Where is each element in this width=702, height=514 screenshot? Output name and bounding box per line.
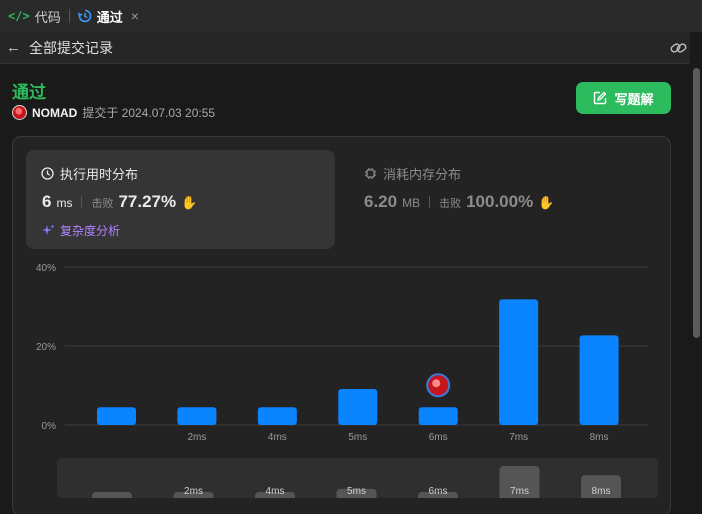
metric-divider xyxy=(81,196,83,208)
x-tick-label: 7ms xyxy=(509,432,528,443)
memory-beats-value: 100.00% xyxy=(466,192,534,211)
x-tick-label: 5ms xyxy=(348,432,367,443)
clap-icon: ✋ xyxy=(538,195,555,210)
tab-code-label: 代码 xyxy=(34,9,61,25)
chart-bar xyxy=(418,407,458,425)
history-icon xyxy=(77,9,91,23)
submissions-header: ← 全部提交记录 xyxy=(0,32,690,64)
chart-range-selector[interactable]: 2ms 4ms 5ms 6ms 7ms 8ms xyxy=(57,458,658,498)
all-submissions-title: 全部提交记录 xyxy=(29,39,113,56)
chart-bar xyxy=(579,335,619,425)
memory-title[interactable]: 消耗内存分布 xyxy=(364,164,461,183)
x-tick-label: 4ms xyxy=(268,432,287,443)
memory-title-label: 消耗内存分布 xyxy=(383,167,462,182)
submission-info: NOMAD 提交于 2024.07.03 20:55 xyxy=(12,104,215,121)
runtime-value: 6 xyxy=(42,192,52,211)
memory-beats-label: 击败 xyxy=(439,198,462,210)
tab-accepted[interactable]: 通过 × xyxy=(70,0,147,32)
runtime-metric: 6 ms 击败 77.27% ✋ xyxy=(42,192,197,212)
tab-bar: </> 代码 通过 × xyxy=(0,0,702,32)
mini-tick-label: 4ms xyxy=(266,486,285,497)
complexity-analysis-link[interactable]: 复杂度分析 xyxy=(42,222,120,239)
clap-icon: ✋ xyxy=(181,195,198,210)
link-icon[interactable] xyxy=(670,41,688,55)
runtime-title: 执行用时分布 xyxy=(41,164,138,183)
chart-bar xyxy=(97,407,136,425)
code-icon: </> xyxy=(8,9,30,23)
close-icon[interactable]: × xyxy=(131,8,139,24)
chart-bar xyxy=(177,407,217,425)
submission-status: 通过 xyxy=(12,83,46,102)
mini-tick-label: 2ms xyxy=(184,486,203,497)
mini-tick-label: 5ms xyxy=(347,486,366,497)
x-tick-label: 2ms xyxy=(187,432,206,443)
tab-code[interactable]: </> 代码 xyxy=(0,0,69,32)
scrollbar-thumb[interactable] xyxy=(693,68,700,338)
sparkle-icon xyxy=(42,224,55,235)
mini-tick-label: 6ms xyxy=(429,486,448,497)
clock-icon xyxy=(41,167,54,180)
memory-metric: 6.20 MB 击败 100.00% ✋ xyxy=(364,192,554,212)
memory-value: 6.20 xyxy=(364,192,398,211)
write-solution-label: 写题解 xyxy=(614,91,654,107)
x-tick-label: 8ms xyxy=(590,432,609,443)
y-tick-label: 0% xyxy=(42,421,57,432)
runtime-beats-label: 击败 xyxy=(91,198,114,210)
runtime-title-label: 执行用时分布 xyxy=(60,167,139,182)
write-solution-button[interactable]: 写题解 xyxy=(576,82,671,114)
mini-tick-label: 8ms xyxy=(592,486,611,497)
mini-tick-label: 7ms xyxy=(510,486,529,497)
mini-bar xyxy=(92,492,132,498)
avatar[interactable] xyxy=(12,105,27,120)
username[interactable]: NOMAD xyxy=(32,106,77,120)
edit-icon xyxy=(594,91,607,105)
runtime-distribution-chart[interactable]: 40% 20% 0% 2ms 4ms 5ms 6ms 7ms 8ms xyxy=(20,255,660,455)
runtime-beats-value: 77.27% xyxy=(118,192,177,211)
back-arrow-icon[interactable]: ← xyxy=(6,39,21,56)
tab-accepted-label: 通过 xyxy=(96,9,123,25)
avatar-highlight xyxy=(432,379,441,388)
metric-divider xyxy=(429,196,431,208)
y-tick-label: 40% xyxy=(36,263,56,274)
y-tick-label: 20% xyxy=(36,342,56,353)
submitted-time: 提交于 2024.07.03 20:55 xyxy=(82,106,216,120)
chart-bar xyxy=(257,407,297,425)
chart-bar xyxy=(499,299,539,425)
memory-unit: MB xyxy=(402,196,421,210)
runtime-unit: ms xyxy=(56,196,73,210)
x-tick-label: 6ms xyxy=(429,432,448,443)
chip-icon xyxy=(365,168,376,179)
complexity-label: 复杂度分析 xyxy=(60,224,121,238)
chart-bar xyxy=(338,389,378,425)
